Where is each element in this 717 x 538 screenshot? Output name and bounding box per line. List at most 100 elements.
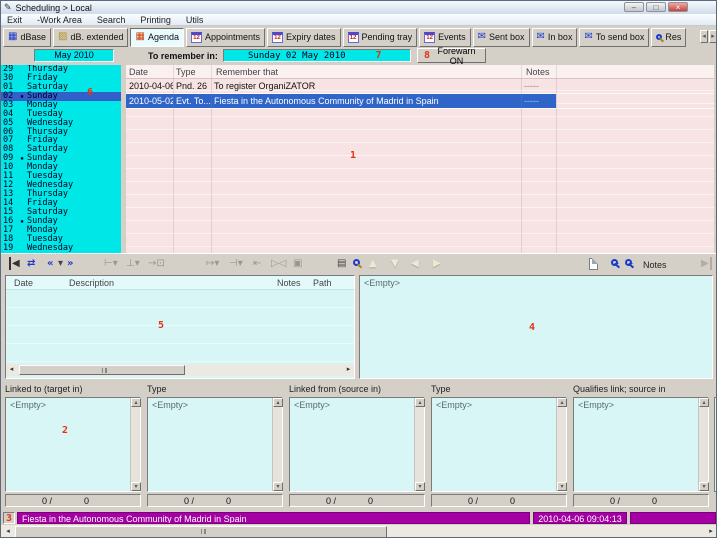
scroll-up-icon[interactable]: ▴ bbox=[415, 398, 425, 407]
fast-forward-icon[interactable]: » bbox=[67, 257, 73, 270]
appointments-button[interactable]: 12Appointments bbox=[186, 28, 265, 47]
link-panel-counter-3: 0 /0 bbox=[431, 494, 567, 507]
toolbar-button-label: Sent box bbox=[489, 32, 525, 42]
close-button[interactable]: × bbox=[668, 2, 688, 12]
scroll-right-icon[interactable]: ▸ bbox=[343, 364, 354, 376]
scroll-up-icon[interactable]: ▴ bbox=[273, 398, 283, 407]
link-panel-3[interactable]: <Empty>▴▾ bbox=[431, 397, 567, 492]
main-toolbar: ▦dBase▨dB. extended▦Agenda12Appointments… bbox=[1, 26, 717, 48]
book-icon[interactable]: ▤ bbox=[337, 257, 346, 270]
link-panel-counter-2: 0 /0 bbox=[289, 494, 425, 507]
calendar-icon: 12 bbox=[348, 32, 359, 43]
agenda-column-header-remember-that: Remember that bbox=[216, 67, 278, 77]
envelope-icon: ✉ bbox=[537, 32, 545, 42]
scroll-left-icon[interactable]: ◂ bbox=[2, 526, 14, 538]
scroll-down-icon[interactable]: ▾ bbox=[557, 482, 567, 491]
detail-horizontal-scrollbar[interactable]: ◂ ▸ bbox=[6, 364, 354, 376]
restore-button[interactable]: □ bbox=[646, 2, 666, 12]
menu-item-utils[interactable]: Utils bbox=[186, 15, 213, 25]
dbase-button[interactable]: ▦dBase bbox=[3, 28, 51, 47]
notepad-icon[interactable] bbox=[589, 258, 598, 270]
menu-item-work-area[interactable]: -Work Area bbox=[37, 15, 91, 25]
calendar-day-row[interactable]: 16▪Sunday bbox=[1, 217, 121, 226]
in-box-button[interactable]: ✉In box bbox=[532, 28, 578, 47]
scroll-up-icon[interactable]: ▴ bbox=[699, 398, 709, 407]
calendar-day-row[interactable]: 13Thursday bbox=[1, 190, 121, 199]
window-title: Scheduling > Local bbox=[16, 3, 92, 13]
month-display[interactable]: May 2010 bbox=[34, 49, 114, 62]
agenda-row[interactable]: 2010-04-06Pnd. 26To register OrganiZATOR… bbox=[126, 79, 714, 94]
notes-panel[interactable]: <Empty> 4 bbox=[359, 275, 713, 379]
status-number-box: 3 bbox=[3, 512, 15, 524]
link-panel-scrollbar[interactable]: ▴▾ bbox=[698, 398, 708, 491]
scroll-left-icon[interactable]: ◂ bbox=[6, 364, 17, 376]
move-to-icon: ↦▾ bbox=[206, 257, 219, 270]
scrollbar-thumb[interactable] bbox=[15, 526, 387, 538]
bottom-horizontal-scrollbar[interactable]: ◂ ▸ bbox=[1, 525, 717, 538]
link-panel-1[interactable]: <Empty>▴▾ bbox=[147, 397, 283, 492]
events-button[interactable]: 12Events bbox=[419, 28, 471, 47]
status-message: Fiesta in the Autonomous Community of Ma… bbox=[17, 512, 530, 524]
menu-item-search[interactable]: Search bbox=[97, 15, 135, 25]
calendar-day-row[interactable]: 06Thursday bbox=[1, 128, 121, 137]
agenda-row[interactable]: 2010-05-02Evt. To...Fiesta in the Autono… bbox=[126, 94, 714, 109]
annotation-3: 3 bbox=[6, 513, 12, 524]
scroll-down-icon[interactable]: ▾ bbox=[273, 482, 283, 491]
calendar-day-row[interactable]: 02▪Sunday bbox=[1, 92, 121, 101]
column-divider bbox=[521, 65, 522, 253]
counter-value: 0 bbox=[226, 496, 231, 506]
insert-before-icon: ⊢▾ bbox=[104, 257, 118, 270]
link-panel-scrollbar[interactable]: ▴▾ bbox=[556, 398, 566, 491]
forewarn-button[interactable]: 8 Forewarn ON bbox=[417, 48, 486, 63]
scroll-down-icon[interactable]: ▾ bbox=[699, 482, 709, 491]
zoom-out-icon[interactable]: − bbox=[625, 259, 632, 266]
calendar-day-row[interactable]: 08Saturday bbox=[1, 145, 121, 154]
calendar-day-row[interactable]: 29Thursday bbox=[1, 65, 121, 74]
db-extended-button[interactable]: ▨dB. extended bbox=[53, 28, 129, 47]
remember-date-display[interactable]: Sunday 02 May 2010 7 bbox=[223, 49, 411, 62]
agenda-button[interactable]: ▦Agenda bbox=[130, 28, 183, 47]
scroll-down-icon[interactable]: ▾ bbox=[131, 482, 141, 491]
detail-column-header-path: Path bbox=[313, 278, 332, 288]
scroll-up-icon[interactable]: ▴ bbox=[131, 398, 141, 407]
remember-label: To remember in: bbox=[148, 51, 218, 61]
toolbar-button-label: Res bbox=[665, 32, 681, 42]
column-divider bbox=[173, 65, 174, 253]
calendar-day-row[interactable]: 09▪Sunday bbox=[1, 154, 121, 163]
expiry-dates-button[interactable]: 12Expiry dates bbox=[267, 28, 341, 47]
link-panel-counter-4: 0 /0 bbox=[573, 494, 709, 507]
link-panel-scrollbar[interactable]: ▴▾ bbox=[272, 398, 282, 491]
toolbar-scroll-left-icon[interactable]: ◂ bbox=[700, 30, 708, 43]
agenda-column-header-type: Type bbox=[176, 67, 196, 77]
res-button[interactable]: Res bbox=[651, 28, 686, 47]
minimize-button[interactable]: – bbox=[624, 2, 644, 12]
fast-backward-icon[interactable]: « bbox=[47, 257, 53, 270]
scroll-up-icon[interactable]: ▴ bbox=[557, 398, 567, 407]
table-icon: ▦ bbox=[8, 32, 17, 42]
link-panel-2[interactable]: <Empty>▴▾ bbox=[289, 397, 425, 492]
sent-box-button[interactable]: ✉Sent box bbox=[473, 28, 530, 47]
agenda-cell-type: Pnd. 26 bbox=[173, 79, 211, 93]
scrollbar-thumb[interactable] bbox=[19, 365, 185, 375]
toolbar-scroll-right-icon[interactable]: ▸ bbox=[709, 30, 717, 43]
link-panel-4[interactable]: <Empty>▴▾ bbox=[573, 397, 709, 492]
link-panel-scrollbar[interactable]: ▴▾ bbox=[414, 398, 424, 491]
zoom-in-icon[interactable]: + bbox=[611, 259, 618, 266]
calendar-day-row[interactable]: 15Saturday bbox=[1, 208, 121, 217]
scroll-right-icon[interactable]: ▸ bbox=[705, 526, 717, 538]
sub-header: May 2010 To remember in: Sunday 02 May 2… bbox=[1, 48, 717, 65]
scroll-down-icon[interactable]: ▾ bbox=[415, 482, 425, 491]
to-send-box-button[interactable]: ✉To send box bbox=[579, 28, 649, 47]
calendar-day-row[interactable]: 01Saturday bbox=[1, 83, 121, 92]
pending-tray-button[interactable]: 12Pending tray bbox=[343, 28, 418, 47]
link-panel-0[interactable]: <Empty>▴▾ bbox=[5, 397, 141, 492]
link-panel-scrollbar[interactable]: ▴▾ bbox=[130, 398, 140, 491]
refresh-icon[interactable]: ⇄ bbox=[27, 257, 35, 270]
dropdown-icon[interactable]: ▾ bbox=[58, 257, 63, 270]
toolbar-button-label: To send box bbox=[596, 32, 645, 42]
menu-item-printing[interactable]: Printing bbox=[140, 15, 180, 25]
calendar-day-row[interactable]: 19Wednesday bbox=[1, 244, 121, 253]
menu-item-exit[interactable]: Exit bbox=[7, 15, 31, 25]
first-record-icon[interactable]: ◀ bbox=[9, 257, 20, 270]
search-records-icon[interactable] bbox=[353, 259, 360, 266]
